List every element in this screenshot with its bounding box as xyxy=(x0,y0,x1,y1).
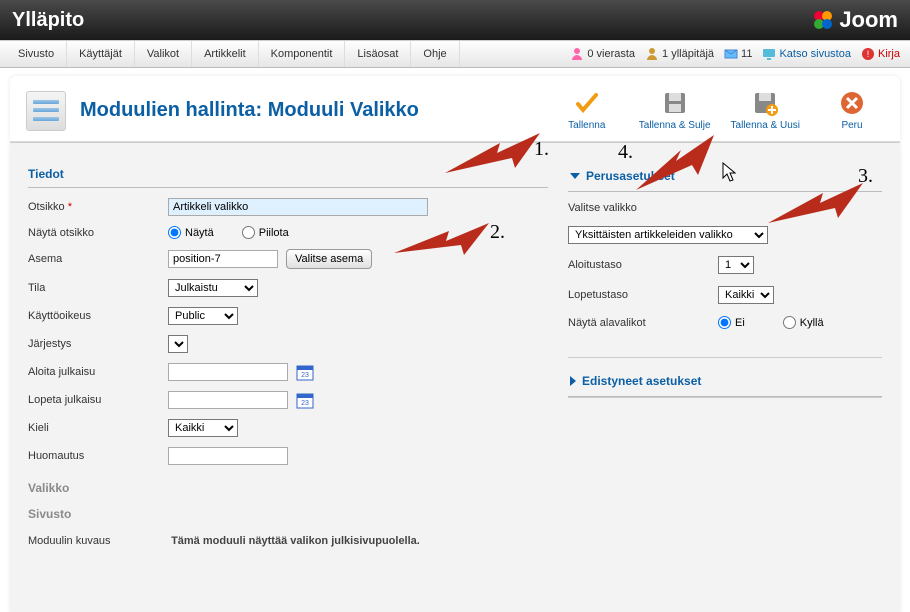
joomla-logo: Joom xyxy=(811,7,898,33)
logout-icon: ! xyxy=(861,47,875,61)
toolbar: Tallenna Tallenna & Sulje Tallenna & Uus… xyxy=(555,90,884,131)
cancel-button[interactable]: Peru xyxy=(820,90,884,131)
position-label: Asema xyxy=(28,253,168,265)
annotation-1: 1. xyxy=(534,138,549,161)
module-desc-text: Tämä moduuli näyttää valikon julkisivupu… xyxy=(171,535,420,547)
module-desc-label: Moduulin kuvaus xyxy=(28,535,168,547)
page-header: Moduulien hallinta: Moduuli Valikko Tall… xyxy=(10,76,900,142)
end-level-label: Lopetustaso xyxy=(568,289,718,301)
advanced-options-toggle[interactable]: Edistyneet asetukset xyxy=(568,368,882,397)
admin-title: Ylläpito xyxy=(12,9,84,32)
status-visitors: 0 vierasta xyxy=(570,47,635,61)
language-select[interactable]: Kaikki xyxy=(168,419,238,437)
menu-lisaosat[interactable]: Lisäosat xyxy=(345,41,411,67)
brand-text: Joom xyxy=(839,7,898,33)
showtitle-label: Näytä otsikko xyxy=(28,227,168,239)
publish-down-label: Lopeta julkaisu xyxy=(28,394,168,406)
view-site-link[interactable]: Katso sivustoa xyxy=(762,47,851,61)
save-close-button[interactable]: Tallenna & Sulje xyxy=(639,90,711,131)
svg-text:23: 23 xyxy=(301,400,309,407)
menu-artikkelit[interactable]: Artikkelit xyxy=(192,41,259,67)
cancel-icon xyxy=(839,90,865,116)
basic-options-panel: Perusasetukset Valitse valikko Yksittäis… xyxy=(568,163,882,358)
status-messages[interactable]: 11 xyxy=(724,47,752,61)
ordering-select[interactable] xyxy=(168,335,188,353)
menu-komponentit[interactable]: Komponentit xyxy=(259,41,346,67)
menu-valikot[interactable]: Valikot xyxy=(135,41,192,67)
end-level-select[interactable]: Kaikki xyxy=(718,286,774,304)
showtitle-hide-radio[interactable]: Piilota xyxy=(242,226,289,239)
note-label: Huomautus xyxy=(28,450,168,462)
mail-icon xyxy=(724,47,738,61)
menu-ohje[interactable]: Ohje xyxy=(411,41,459,67)
module-icon xyxy=(26,91,66,131)
start-level-label: Aloitustaso xyxy=(568,259,718,271)
show-sub-no-radio[interactable]: Ei xyxy=(718,316,745,329)
content-area: Tiedot Otsikko * Näytä otsikko Näytä Pii… xyxy=(10,142,900,612)
details-legend: Tiedot xyxy=(28,163,548,188)
note-input[interactable] xyxy=(168,447,288,465)
annotation-4: 4. xyxy=(618,141,633,164)
access-select[interactable]: Public xyxy=(168,307,238,325)
page-title: Moduulien hallinta: Moduuli Valikko xyxy=(80,99,419,122)
status-select[interactable]: Julkaistu xyxy=(168,279,258,297)
select-position-button[interactable]: Valitse asema xyxy=(286,249,372,269)
menu-sivusto[interactable]: Sivusto xyxy=(6,41,67,67)
details-fieldset: Tiedot Otsikko * Näytä otsikko Näytä Pii… xyxy=(28,163,548,547)
publish-up-input[interactable] xyxy=(168,363,288,381)
section-menu: Valikko xyxy=(28,475,548,501)
status-label: Tila xyxy=(28,282,168,294)
title-input[interactable] xyxy=(168,198,428,216)
start-level-select[interactable]: 1 xyxy=(718,256,754,274)
monitor-icon xyxy=(762,47,776,61)
joomla-flower-icon xyxy=(811,8,835,32)
save-icon xyxy=(662,90,688,116)
admin-top-bar: Ylläpito Joom xyxy=(0,0,910,40)
position-input[interactable] xyxy=(168,250,278,268)
visitors-icon xyxy=(570,47,584,61)
save-button[interactable]: Tallenna xyxy=(555,90,619,131)
select-menu-label: Valitse valikko xyxy=(568,202,718,214)
show-sub-label: Näytä alavalikot xyxy=(568,317,718,329)
select-menu-select[interactable]: Yksittäisten artikkeleiden valikko xyxy=(568,226,768,244)
svg-text:!: ! xyxy=(867,49,870,59)
save-new-button[interactable]: Tallenna & Uusi xyxy=(731,90,800,131)
logout-link[interactable]: ! Kirja xyxy=(861,47,900,61)
basic-options-toggle[interactable]: Perusasetukset xyxy=(568,163,882,192)
showtitle-show-radio[interactable]: Näytä xyxy=(168,226,214,239)
menu-kayttajat[interactable]: Käyttäjät xyxy=(67,41,135,67)
advanced-options-panel: Edistyneet asetukset xyxy=(568,368,882,398)
publish-down-input[interactable] xyxy=(168,391,288,409)
publish-up-label: Aloita julkaisu xyxy=(28,366,168,378)
check-icon xyxy=(574,90,600,116)
svg-text:23: 23 xyxy=(301,372,309,379)
title-label: Otsikko * xyxy=(28,201,168,213)
status-area: 0 vierasta 1 ylläpitäjä 11 Katso sivusto… xyxy=(570,41,904,67)
ordering-label: Järjestys xyxy=(28,338,168,350)
chevron-down-icon xyxy=(570,173,580,179)
admins-icon xyxy=(645,47,659,61)
save-plus-icon xyxy=(752,90,778,116)
access-label: Käyttöoikeus xyxy=(28,310,168,322)
section-site: Sivusto xyxy=(28,501,548,527)
status-admins: 1 ylläpitäjä xyxy=(645,47,714,61)
language-label: Kieli xyxy=(28,422,168,434)
show-sub-yes-radio[interactable]: Kyllä xyxy=(783,316,824,329)
calendar-icon[interactable]: 23 xyxy=(296,391,314,409)
chevron-right-icon xyxy=(570,376,576,386)
calendar-icon[interactable]: 23 xyxy=(296,363,314,381)
admin-menubar: Sivusto Käyttäjät Valikot Artikkelit Kom… xyxy=(0,40,910,68)
